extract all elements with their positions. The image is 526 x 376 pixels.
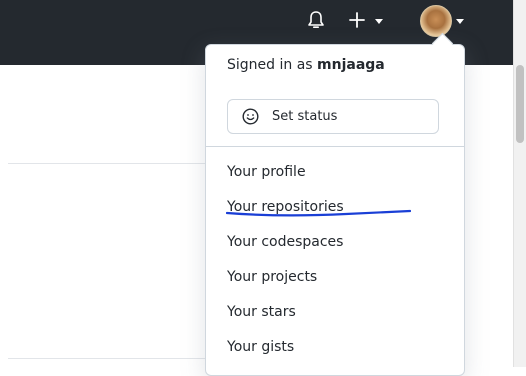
menu-item-projects[interactable]: Your projects bbox=[227, 269, 317, 285]
username: mnjaaga bbox=[317, 57, 385, 73]
signed-in-prefix: Signed in as bbox=[227, 57, 318, 73]
scrollbar-track[interactable] bbox=[513, 0, 526, 367]
avatar[interactable] bbox=[420, 5, 452, 37]
set-status-label: Set status bbox=[272, 109, 338, 124]
signed-in-text: Signed in as mnjaaga bbox=[227, 57, 385, 73]
plus-caret-icon[interactable] bbox=[375, 19, 383, 24]
page-divider bbox=[8, 163, 206, 164]
avatar-caret-icon[interactable] bbox=[456, 19, 464, 24]
smiley-icon bbox=[242, 108, 259, 125]
underline-annotation bbox=[226, 209, 411, 217]
menu-item-stars[interactable]: Your stars bbox=[227, 304, 296, 320]
set-status-button[interactable]: Set status bbox=[227, 99, 439, 134]
scrollbar-thumb[interactable] bbox=[516, 65, 524, 143]
bell-icon[interactable] bbox=[305, 9, 327, 31]
menu-item-codespaces[interactable]: Your codespaces bbox=[227, 234, 343, 250]
page-divider bbox=[8, 358, 206, 359]
plus-icon[interactable] bbox=[346, 9, 368, 31]
menu-item-profile[interactable]: Your profile bbox=[227, 164, 306, 180]
menu-item-gists[interactable]: Your gists bbox=[227, 339, 294, 355]
menu-divider bbox=[206, 146, 464, 147]
